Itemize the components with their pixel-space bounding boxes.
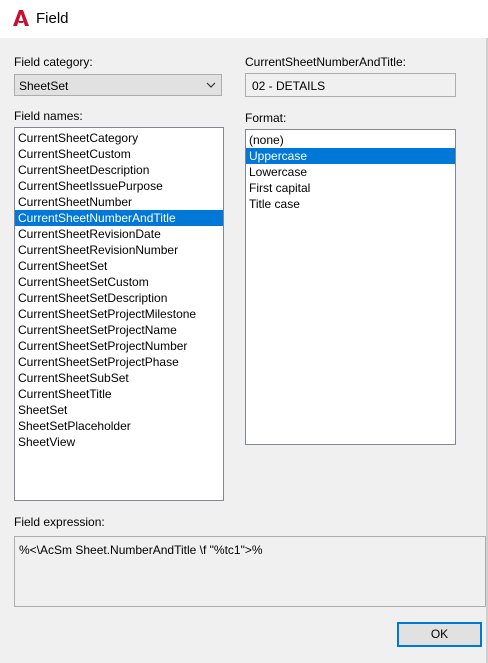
field-name-item[interactable]: CurrentSheetNumber xyxy=(15,194,223,210)
field-name-item[interactable]: CurrentSheetRevisionDate xyxy=(15,226,223,242)
ok-button[interactable]: OK xyxy=(397,622,482,647)
field-expression-text: %<\AcSm Sheet.NumberAndTitle \f "%tc1">% xyxy=(19,543,263,557)
format-item[interactable]: (none) xyxy=(246,132,455,148)
field-expression-label: Field expression: xyxy=(14,515,105,529)
field-expression-box[interactable]: %<\AcSm Sheet.NumberAndTitle \f "%tc1">% xyxy=(14,536,486,607)
field-name-item[interactable]: CurrentSheetSetProjectMilestone xyxy=(15,306,223,322)
format-item[interactable]: Uppercase xyxy=(246,148,455,164)
field-name-item[interactable]: CurrentSheetSetProjectPhase xyxy=(15,354,223,370)
value-preview-text: 02 - DETAILS xyxy=(252,79,326,93)
field-name-item[interactable]: CurrentSheetSet xyxy=(15,258,223,274)
field-name-item[interactable]: CurrentSheetCustom xyxy=(15,146,223,162)
value-preview-box: 02 - DETAILS xyxy=(245,73,456,97)
field-name-item[interactable]: CurrentSheetSetDescription xyxy=(15,290,223,306)
format-item[interactable]: Title case xyxy=(246,196,455,212)
field-name-item[interactable]: CurrentSheetSubSet xyxy=(15,370,223,386)
value-preview-label: CurrentSheetNumberAndTitle: xyxy=(245,55,406,69)
field-name-item[interactable]: SheetView xyxy=(15,434,223,450)
field-name-item[interactable]: CurrentSheetSetCustom xyxy=(15,274,223,290)
field-name-item[interactable]: SheetSetPlaceholder xyxy=(15,418,223,434)
format-item[interactable]: First capital xyxy=(246,180,455,196)
autocad-a-icon xyxy=(13,10,29,26)
field-name-item[interactable]: SheetSet xyxy=(15,402,223,418)
field-name-item[interactable]: CurrentSheetSetProjectName xyxy=(15,322,223,338)
format-listbox[interactable]: (none) Uppercase Lowercase First capital Tit… xyxy=(245,129,456,445)
field-name-item[interactable]: CurrentSheetSetProjectNumber xyxy=(15,338,223,354)
field-name-item[interactable]: CurrentSheetIssuePurpose xyxy=(15,178,223,194)
chevron-down-icon xyxy=(206,82,216,88)
format-item[interactable]: Lowercase xyxy=(246,164,455,180)
format-label: Format: xyxy=(245,111,287,125)
field-name-item[interactable]: CurrentSheetCategory xyxy=(15,130,223,146)
field-category-label: Field category: xyxy=(14,55,93,69)
field-names-listbox[interactable]: CurrentSheetCategory CurrentSheetCustom Cu… xyxy=(14,127,224,501)
title-bar: Field xyxy=(0,0,488,38)
field-name-item[interactable]: CurrentSheetRevisionNumber xyxy=(15,242,223,258)
field-category-value: SheetSet xyxy=(19,79,69,93)
field-category-dropdown[interactable]: SheetSet xyxy=(14,74,222,96)
field-name-item[interactable]: CurrentSheetNumberAndTitle xyxy=(15,210,223,226)
field-name-item[interactable]: CurrentSheetTitle xyxy=(15,386,223,402)
window-title: Field xyxy=(36,10,69,27)
field-names-label: Field names: xyxy=(14,109,83,123)
field-name-item[interactable]: CurrentSheetDescription xyxy=(15,162,223,178)
